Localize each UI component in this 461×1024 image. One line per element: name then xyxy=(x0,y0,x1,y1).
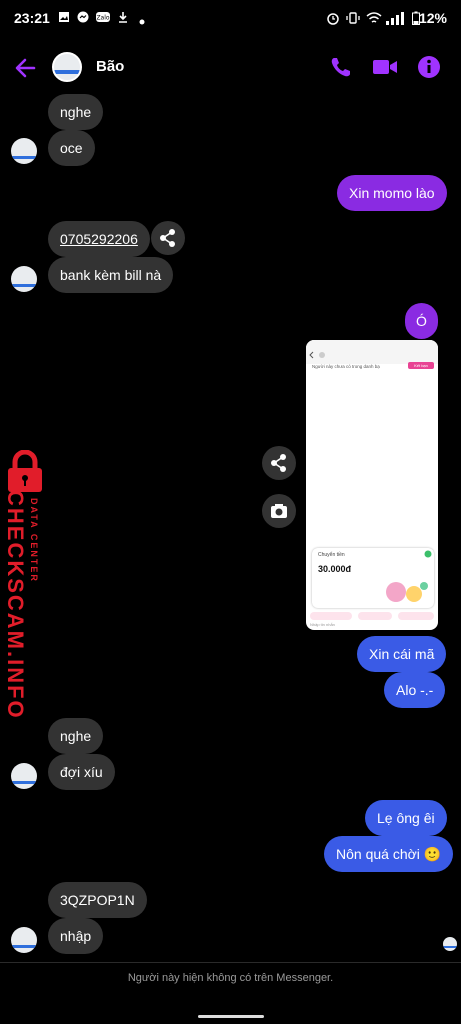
message-bubble[interactable]: nhập xyxy=(48,918,104,954)
image-input-placeholder: Nhập tin nhắn xyxy=(310,622,335,627)
avatar[interactable] xyxy=(11,138,37,164)
phone-icon[interactable] xyxy=(328,54,354,80)
phone-number-link[interactable]: 0705292206 xyxy=(48,221,150,257)
unavailable-note: Người này hiện không có trên Messenger. xyxy=(127,972,334,984)
back-arrow-icon[interactable] xyxy=(12,54,40,82)
camera-button[interactable] xyxy=(262,494,296,528)
watermark-main: CHECKSCAM.INFO xyxy=(3,490,28,720)
download-icon xyxy=(117,11,129,26)
message-bubble[interactable]: nghe xyxy=(48,718,104,754)
watermark: CHECKSCAM.INFO DATA CENTER xyxy=(0,450,52,720)
message-bubble[interactable]: oce xyxy=(48,130,95,166)
check-icon xyxy=(424,550,432,558)
illustration-icon xyxy=(386,582,428,602)
message-bubble[interactable]: Ó xyxy=(405,303,438,339)
dot-icon xyxy=(139,14,145,28)
share-icon xyxy=(160,229,175,247)
battery-percent: 12% xyxy=(418,10,447,26)
message-bubble[interactable]: Xin cái mã xyxy=(357,636,447,672)
messenger-icon xyxy=(77,11,89,26)
transfer-label: Chuyển tiền xyxy=(318,552,345,558)
image-icon xyxy=(58,11,70,26)
shared-image[interactable]: Người này chưa có trong danh bạ Kết bạn … xyxy=(306,340,438,630)
avatar[interactable] xyxy=(52,52,82,82)
status-bar: 23:21 Zalo 12% xyxy=(0,0,461,36)
status-time: 23:21 xyxy=(14,10,50,26)
image-friend-button: Kết bạn xyxy=(408,362,434,369)
image-chips xyxy=(310,612,434,620)
camera-icon xyxy=(271,504,287,518)
conversation-header: Bão xyxy=(0,40,461,96)
message-bubble[interactable]: đợi xíu xyxy=(48,754,115,790)
message-bubble[interactable]: bank kèm bill nà xyxy=(48,257,174,293)
avatar[interactable] xyxy=(11,763,37,789)
share-icon xyxy=(271,454,286,472)
signal-icon xyxy=(386,11,408,28)
seen-avatar xyxy=(443,937,457,951)
message-bubble[interactable]: nghe xyxy=(48,94,104,130)
contact-name[interactable]: Bão xyxy=(96,58,124,75)
svg-text:Zalo: Zalo xyxy=(96,15,109,22)
message-bubble[interactable]: Nôn quá chời 🙂 xyxy=(324,836,454,872)
vibrate-icon xyxy=(346,11,360,28)
avatar[interactable] xyxy=(11,927,37,953)
message-bubble[interactable]: Alo -.- xyxy=(384,672,446,708)
image-header-bar xyxy=(306,340,438,364)
image-transfer-card: Chuyển tiền 30.000đ xyxy=(312,548,434,608)
home-indicator[interactable] xyxy=(198,1015,264,1018)
wifi-icon xyxy=(366,11,382,28)
message-bubble[interactable]: Lẹ ông êi xyxy=(365,800,447,836)
lock-icon xyxy=(8,450,42,492)
zalo-icon: Zalo xyxy=(96,11,110,26)
share-image-button[interactable] xyxy=(262,446,296,480)
alarm-icon xyxy=(326,11,340,28)
message-bubble[interactable]: Xin momo lào xyxy=(337,175,447,211)
transfer-amount: 30.000đ xyxy=(318,564,352,574)
watermark-sub: DATA CENTER xyxy=(29,498,39,583)
message-bubble[interactable]: 3QZPOP1N xyxy=(48,882,147,918)
video-call-icon[interactable] xyxy=(372,54,398,80)
share-button[interactable] xyxy=(151,221,185,255)
divider xyxy=(0,962,461,963)
info-icon[interactable] xyxy=(416,54,442,80)
avatar[interactable] xyxy=(11,266,37,292)
image-notice-text: Người này chưa có trong danh bạ xyxy=(312,364,380,369)
